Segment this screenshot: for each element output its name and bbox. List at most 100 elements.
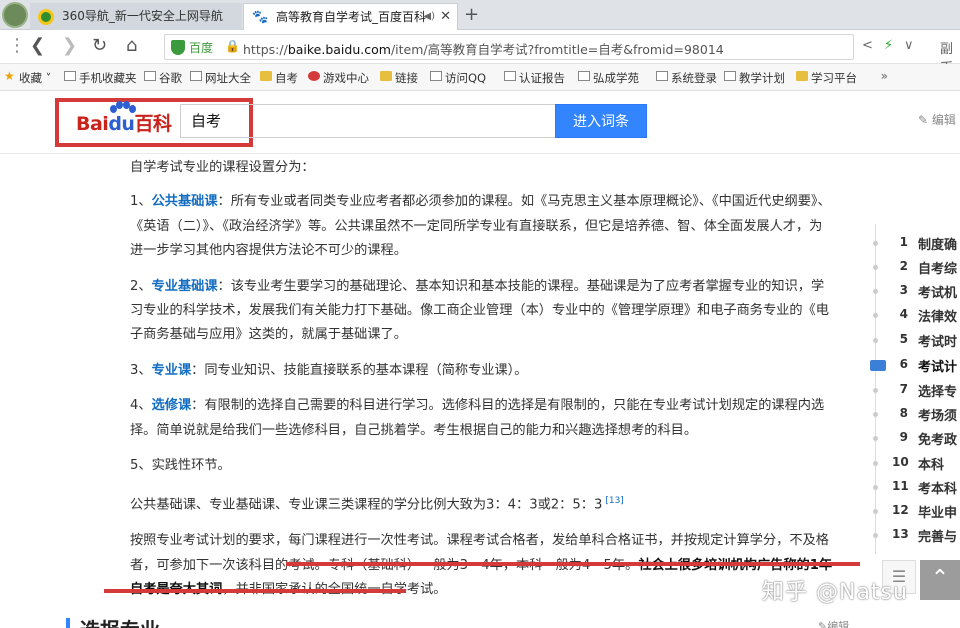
folder-icon: [260, 71, 272, 81]
toc-item[interactable]: 13 完善与: [862, 524, 960, 548]
baike-header: Baidu百科 自考 进入词条 ✎ 编辑: [0, 91, 960, 154]
bookmark-item[interactable]: 谷歌: [144, 70, 182, 86]
baidu-paw-icon: 🐾: [252, 10, 269, 26]
back-to-top-icon[interactable]: ⌃: [920, 560, 960, 600]
lock-icon: 🔒: [225, 39, 240, 53]
toc-item[interactable]: 8 考场须: [862, 403, 960, 427]
page-icon: [578, 71, 590, 81]
reference-link[interactable]: [13]: [602, 496, 623, 506]
section-heading: 选报专业: [66, 614, 160, 628]
toc-marker-icon: [870, 360, 886, 371]
360-logo-icon: [38, 9, 54, 25]
user-avatar[interactable]: [2, 2, 28, 28]
page-icon: [190, 71, 202, 81]
toc-item[interactable]: 4 法律效: [862, 304, 960, 328]
paragraph-practice: 5、实践性环节。: [130, 458, 231, 474]
toc-item[interactable]: 12 毕业申: [862, 500, 960, 524]
toc-dot: [873, 265, 878, 270]
toc-dot: [873, 241, 878, 246]
bookmark-item[interactable]: 手机收藏夹: [64, 70, 137, 86]
site-label: 百度: [189, 41, 214, 55]
tab-title: 360导航_新一代安全上网导航: [62, 9, 223, 23]
link-elective-course[interactable]: 选修课: [152, 398, 192, 413]
lightning-icon[interactable]: ⚡: [884, 38, 893, 53]
new-tab-icon[interactable]: +: [464, 4, 479, 25]
phone-icon: [64, 71, 76, 81]
toc-dot: [873, 412, 878, 417]
folder-icon: [796, 71, 808, 81]
tab-title: 高等教育自学考试_百度百科: [276, 10, 427, 24]
toc-dot: [873, 461, 878, 466]
toc-item[interactable]: 11 考本科: [862, 476, 960, 500]
page-icon: [144, 71, 156, 81]
toc-dot: [873, 313, 878, 318]
page-icon: [504, 71, 516, 81]
toc-item[interactable]: 1 制度确: [862, 232, 960, 256]
search-input[interactable]: 自考: [180, 104, 555, 138]
more-bookmarks-icon[interactable]: »: [881, 69, 888, 83]
paragraph-public-courses: 1、公共基础课：所有专业或者同类专业应考者都必须参加的课程。如《马克思主义基本原…: [130, 194, 831, 259]
toc-item[interactable]: 3 考试机: [862, 280, 960, 304]
bookmark-item[interactable]: 链接: [380, 70, 418, 86]
home-icon[interactable]: ⌂: [126, 36, 137, 56]
bookmarks-bar: ★ 收藏 ˅ 手机收藏夹 谷歌 网址大全 自考 游戏中心 链接 访问QQ 认证报告…: [0, 64, 960, 91]
bookmark-item[interactable]: 学习平台: [796, 70, 857, 86]
paragraph-major-courses: 3、专业课：同专业知识、技能直接联系的基本课程（简称专业课）。: [130, 362, 528, 378]
baike-logo[interactable]: Baidu百科: [76, 109, 172, 136]
bookmark-item[interactable]: 游戏中心: [308, 70, 369, 86]
menu-icon[interactable]: ⋮: [8, 36, 26, 56]
navigation-bar: ⋮ ❮ ❯ ↻ ⌂ 百度 🔒 https://baike.baidu.com/i…: [0, 30, 960, 76]
section-edit-button[interactable]: ✎编辑: [818, 618, 849, 628]
tab-360-nav[interactable]: 360导航_新一代安全上网导航: [30, 3, 242, 30]
share-icon[interactable]: <: [862, 38, 873, 53]
paragraph-basic-courses: 2、专业基础课：该专业考生要学习的基础理论、基本知识和基本技能的课程。基础课是为…: [130, 278, 829, 343]
shield-icon: [171, 40, 185, 55]
toc-item[interactable]: 2 自考综: [862, 256, 960, 280]
bookmark-item[interactable]: 弘成学苑: [578, 70, 639, 86]
bookmark-item[interactable]: 认证报告: [504, 70, 565, 86]
bookmark-item[interactable]: 访问QQ: [430, 70, 486, 86]
bookmark-item[interactable]: 自考: [260, 70, 298, 86]
paragraph-elective-courses: 4、选修课：有限制的选择自己需要的科目进行学习。选修科目的选择是有限制的，只能在…: [130, 398, 825, 438]
forward-icon[interactable]: ❯: [62, 36, 77, 56]
toc-item-active[interactable]: 6 考试计: [862, 354, 960, 378]
pencil-icon: ✎: [918, 113, 929, 127]
toc-dot: [873, 509, 878, 514]
bookmark-item[interactable]: 系统登录: [656, 70, 717, 86]
chevron-down-icon[interactable]: ∨: [904, 38, 914, 53]
red-underline: [286, 562, 860, 566]
toc-item[interactable]: 7 选择专: [862, 379, 960, 403]
toc-item[interactable]: 10 本科: [862, 452, 960, 476]
bookmark-item[interactable]: 教学计划: [724, 70, 785, 86]
reload-icon[interactable]: ↻: [92, 36, 107, 56]
close-icon[interactable]: ✕: [440, 4, 451, 30]
tab-baike[interactable]: 🐾 高等教育自学考试_百度百科 ◀) ✕: [243, 3, 458, 30]
back-icon[interactable]: ❮: [30, 36, 45, 56]
edit-button[interactable]: ✎ 编辑: [918, 111, 956, 128]
link-professional-basic-course[interactable]: 专业基础课: [152, 279, 218, 294]
toc-dot: [873, 485, 878, 490]
speaker-icon[interactable]: ◀): [423, 4, 435, 30]
link-public-basic-course[interactable]: 公共基础课: [152, 194, 218, 209]
folder-icon: [380, 71, 392, 81]
table-of-contents: 1 制度确 2 自考综 3 考试机 4 法律效 5 考试时 6 考试计 7 选择专 8 考场须 …: [862, 224, 960, 554]
toc-item[interactable]: 9 免考政: [862, 427, 960, 451]
article-body: 自学考试专业的课程设置分为： 1、公共基础课：所有专业或者同类专业应考者都必须参…: [104, 156, 834, 602]
page-icon: [724, 71, 736, 81]
link-professional-course[interactable]: 专业课: [152, 363, 192, 378]
star-icon: ★: [4, 69, 15, 83]
toc-item[interactable]: 5 考试时: [862, 329, 960, 353]
toc-dot: [873, 388, 878, 393]
red-underline: [104, 589, 406, 593]
bookmark-item[interactable]: 网址大全: [190, 70, 251, 86]
address-bar[interactable]: 百度 🔒 https://baike.baidu.com/item/高等教育自学…: [164, 34, 854, 60]
toc-dot: [873, 338, 878, 343]
tab-bar: 360导航_新一代安全上网导航 🐾 高等教育自学考试_百度百科 ◀) ✕ +: [0, 0, 960, 30]
paragraph-credit-ratio: 公共基础课、专业基础课、专业课三类课程的学分比例大致为3：4：3或2：5：3 [1…: [130, 496, 624, 513]
enter-entry-button[interactable]: 进入词条: [555, 104, 647, 138]
watermark: 知乎 @Natsu: [762, 580, 908, 605]
toc-dot: [873, 436, 878, 441]
bookmark-favorites[interactable]: ★ 收藏 ˅: [4, 69, 51, 86]
page-icon: [430, 71, 442, 81]
paragraph-intro: 自学考试专业的课程设置分为：: [130, 160, 315, 175]
